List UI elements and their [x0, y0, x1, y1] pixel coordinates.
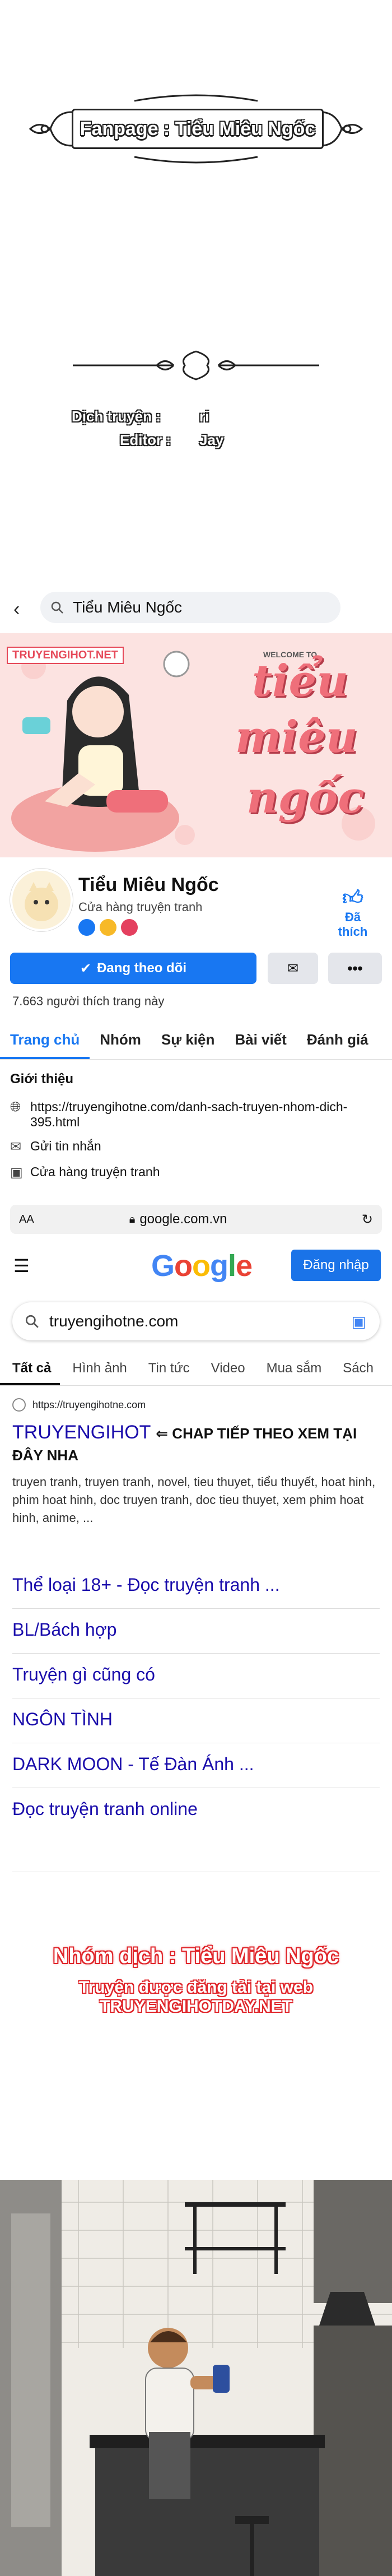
credits-panel: Fanpage : Tiểu Miêu Ngốc Dịch truyện : r… [0, 0, 392, 560]
more-label: ••• [347, 959, 363, 977]
intro-category: Cửa hàng truyện tranh [30, 1164, 160, 1179]
tab-books[interactable]: Sách [330, 1356, 382, 1385]
fb-search-bar: ‹ Tiểu Miêu Ngốc [0, 583, 392, 633]
intro-message: Gửi tin nhắn [30, 1139, 101, 1153]
divider [12, 1653, 380, 1654]
badge-row [78, 919, 138, 936]
divider [12, 1608, 380, 1609]
editor-name: Jay [199, 431, 224, 448]
address-bar[interactable]: AA 🔒︎ google.com.vn ↻ [10, 1205, 382, 1234]
tab-groups[interactable]: Nhóm [90, 1020, 151, 1059]
site-favicon [12, 1398, 26, 1412]
badge-icon [121, 919, 138, 936]
avatar[interactable] [10, 869, 73, 931]
globe-icon: 🌐︎ [10, 1099, 21, 1115]
messenger-icon: ✉ [287, 960, 299, 976]
page-name: Tiểu Miêu Ngốc [78, 874, 219, 895]
divider-ornament [73, 350, 319, 380]
refresh-icon[interactable]: ↻ [362, 1212, 373, 1228]
tab-video[interactable]: Video [199, 1356, 254, 1385]
sitelink[interactable]: Truyện gì cũng có [12, 1664, 155, 1685]
tab-home[interactable]: Trang chủ [0, 1020, 90, 1059]
page-category: Cửa hàng truyện tranh [78, 900, 203, 914]
tab-shopping[interactable]: Mua sắm [254, 1356, 331, 1385]
tab-reviews[interactable]: Đánh giá [297, 1020, 379, 1059]
signin-button[interactable]: Đăng nhập [291, 1250, 381, 1281]
text-size-button[interactable]: AA [19, 1213, 34, 1226]
sitelink[interactable]: Thể loại 18+ - Đọc truyện tranh ... [12, 1575, 280, 1595]
tab-posts[interactable]: Bài viết [225, 1020, 297, 1059]
tab-news[interactable]: Tin tức [136, 1356, 199, 1385]
editor-label: Editor : [120, 431, 171, 448]
facebook-page-screenshot: ‹ Tiểu Miêu Ngốc TRUYENGIHOT.NET WELCOME… [0, 583, 392, 1199]
result-title-a[interactable]: TRUYENGIHOT [12, 1422, 151, 1443]
badge-icon [100, 919, 116, 936]
camera-icon[interactable]: ▣ [352, 1312, 366, 1331]
google-search-input[interactable]: truyengihotne.com ▣ [12, 1302, 380, 1340]
fb-search-query: Tiểu Miêu Ngốc [73, 598, 183, 616]
like-label: Đã thích [338, 910, 368, 939]
search-result: https://truyengihotne.com TRUYENGIHOT ⇐ … [12, 1398, 382, 1527]
follow-button[interactable]: ✔ Đang theo dõi [10, 953, 256, 984]
intro-heading: Giới thiệu [10, 1071, 74, 1087]
tab-all[interactable]: Tất cả [0, 1356, 60, 1385]
lock-icon: 🔒︎ [129, 1213, 136, 1226]
cover-photo: TRUYENGIHOT.NET WELCOME TO tiểu miêu ngố… [0, 633, 392, 857]
result-snippet: truyen tranh, truyen tranh, novel, tieu … [12, 1475, 376, 1525]
result-title[interactable]: TRUYENGIHOT ⇐ CHAP TIẾP THEO XEM TẠI ĐÂY… [12, 1422, 382, 1465]
fanpage-text: Fanpage : Tiểu Miêu Ngốc [80, 118, 316, 140]
google-logo[interactable]: Google [151, 1248, 253, 1283]
thumbs-up-icon: 👍︎ [342, 886, 363, 909]
profile-section: Tiểu Miêu Ngốc Cửa hàng truyện tranh 👍︎ … [0, 857, 392, 1008]
google-header: ☰ Google Đăng nhập [0, 1240, 392, 1290]
google-tabs: Tất cả Hình ảnh Tin tức Video Mua sắm Sá… [0, 1356, 392, 1386]
back-arrow-icon[interactable]: ‹ [13, 598, 20, 620]
intro-category-row: ▣ Cửa hàng truyện tranh [10, 1164, 160, 1181]
sitelink[interactable]: DARK MOON - Tế Đàn Ánh ... [12, 1754, 254, 1775]
tab-images[interactable]: Hình ảnh [60, 1356, 136, 1385]
search-icon [51, 601, 63, 614]
cover-title-2: miêu [235, 712, 358, 763]
search-icon [25, 1315, 39, 1328]
translator-name: ri [199, 408, 209, 425]
shop-icon: ▣ [10, 1165, 23, 1180]
like-button[interactable]: 👍︎ Đã thích [330, 885, 375, 939]
more-button[interactable]: ••• [328, 953, 382, 984]
likes-count: 7.663 người thích trang này [12, 994, 165, 1008]
cover-title-1: tiểu [252, 656, 348, 707]
follow-label: Đang theo dõi [97, 960, 187, 976]
sitelink[interactable]: BL/Bách hợp [12, 1619, 116, 1640]
translator-note: Nhóm dịch : Tiểu Miêu Ngốc Truyện được đ… [0, 1894, 392, 2096]
group-credit: Nhóm dịch : Tiểu Miêu Ngốc [53, 1944, 339, 1968]
intro-message-row[interactable]: ✉ Gửi tin nhắn [10, 1139, 101, 1155]
badge-icon [78, 919, 95, 936]
browser-screenshot: AA 🔒︎ google.com.vn ↻ ☰ Google Đăng nhập… [0, 1205, 392, 1877]
result-site[interactable]: https://truyengihotne.com [32, 1399, 146, 1411]
menu-icon[interactable]: ☰ [13, 1255, 30, 1277]
url-text[interactable]: google.com.vn [139, 1212, 227, 1227]
comic-panel-kitchen [0, 2180, 392, 2576]
intro-link[interactable]: https://truyengihotne.com/danh-sach-truy… [30, 1099, 366, 1130]
intro-section: Giới thiệu 🌐︎ https://truyengihotne.com/… [0, 1059, 392, 1194]
translator-label: Dịch truyện : [72, 408, 161, 425]
google-search-query: truyengihotne.com [49, 1312, 179, 1330]
site-credit: Truyện được đăng tải tại web TRUYENGIHOT… [78, 1978, 314, 2016]
messenger-icon: ✉ [10, 1139, 22, 1154]
kitchen-illustration [0, 2180, 392, 2576]
tab-events[interactable]: Sự kiện [151, 1020, 225, 1059]
cover-title-3: ngốc [246, 772, 365, 823]
fb-tabs: Trang chủ Nhóm Sự kiện Bài viết Đánh giá [0, 1020, 392, 1060]
cover-watermark: TRUYENGIHOT.NET [7, 647, 124, 664]
check-icon: ✔ [80, 960, 92, 976]
messenger-button[interactable]: ✉ [268, 953, 318, 984]
fanpage-box: Fanpage : Tiểu Miêu Ngốc [72, 109, 324, 149]
intro-link-row[interactable]: 🌐︎ https://truyengihotne.com/danh-sach-t… [10, 1099, 368, 1130]
sitelink[interactable]: Đọc truyện tranh online [12, 1799, 198, 1820]
fb-search-field[interactable]: Tiểu Miêu Ngốc [40, 592, 340, 623]
sitelink[interactable]: NGÔN TÌNH [12, 1709, 113, 1730]
